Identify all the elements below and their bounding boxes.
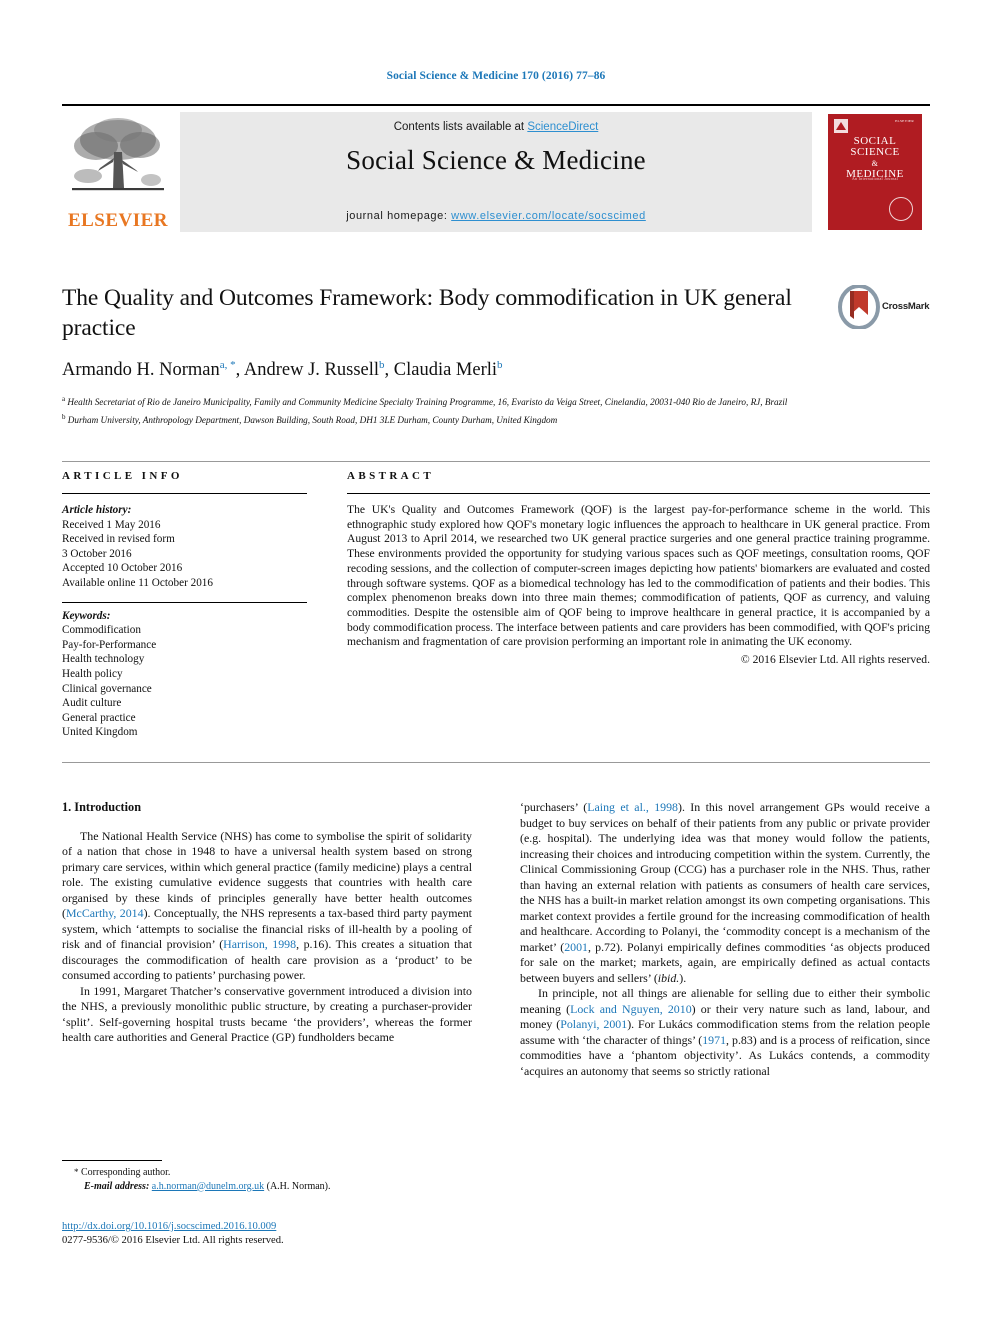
author-marks-1: a, *: [219, 359, 236, 371]
crossmark-icon: [838, 284, 880, 330]
keyword-item: Clinical governance: [62, 682, 152, 695]
article-header: The Quality and Outcomes Framework: Body…: [62, 283, 930, 427]
abstract-rule: [347, 493, 930, 494]
journal-masthead: ELSEVIER Contents lists available at Sci…: [62, 104, 930, 234]
paper-page: Social Science & Medicine 170 (2016) 77–…: [0, 0, 992, 1323]
cover-elsevier-mark: [834, 119, 848, 133]
affiliation-text-1: Health Secretariat of Rio de Janeiro Mun…: [67, 397, 788, 408]
elsevier-logo: ELSEVIER: [62, 112, 174, 232]
article-body: 1. Introduction The National Health Serv…: [62, 800, 930, 1079]
author-name-3: Claudia Merli: [393, 360, 498, 381]
crossmark-badge[interactable]: CrossMark: [838, 284, 930, 333]
doi-block: http://dx.doi.org/10.1016/j.socscimed.20…: [62, 1220, 492, 1248]
email-line: E-mail address: a.h.norman@dunelm.org.uk…: [62, 1180, 472, 1194]
journal-homepage-link[interactable]: www.elsevier.com/locate/socscimed: [451, 210, 646, 222]
issn-copyright-line: 0277-9536/© 2016 Elsevier Ltd. All right…: [62, 1235, 284, 1246]
article-history-item: Available online 11 October 2016: [62, 576, 213, 589]
crossmark-label: CrossMark: [882, 301, 930, 312]
keyword-item: Health policy: [62, 667, 123, 680]
citation-link[interactable]: Polanyi, 2001: [560, 1017, 627, 1031]
article-history-item: Received 1 May 2016: [62, 518, 161, 531]
author-name-1: Armando H. Norman: [62, 360, 220, 381]
elsevier-wordmark: ELSEVIER: [67, 210, 169, 231]
citation-link[interactable]: Lock and Nguyen, 2010: [570, 1002, 692, 1016]
article-history-label: Article history:: [62, 504, 132, 516]
keyword-item: General practice: [62, 711, 136, 724]
author-name-2: Andrew J. Russell: [243, 360, 380, 381]
body-paragraph: In principle, not all things are alienab…: [520, 986, 931, 1078]
citation-link[interactable]: McCarthy, 2014: [66, 906, 144, 920]
keyword-item: Commodification: [62, 624, 141, 637]
email-label: E-mail address:: [84, 1180, 150, 1192]
body-column-right: ‘purchasers’ (Laing et al., 1998). In th…: [520, 800, 930, 1079]
abstract-copyright: © 2016 Elsevier Ltd. All rights reserved…: [740, 653, 930, 667]
author-list: Armando H. Normana, *, Andrew J. Russell…: [62, 359, 503, 381]
article-history-item: Received in revised form: [62, 533, 175, 546]
article-history-item: 3 October 2016: [62, 547, 132, 560]
keywords-label: Keywords:: [62, 609, 111, 622]
email-link[interactable]: a.h.norman@dunelm.org.uk: [152, 1181, 264, 1192]
contents-prefix: Contents lists available at: [393, 121, 528, 133]
citation-link[interactable]: 1971: [702, 1033, 726, 1047]
contents-available-line: Contents lists available at ScienceDirec…: [180, 121, 812, 133]
cover-line-3: &: [871, 159, 879, 168]
keyword-item: Health technology: [62, 653, 145, 666]
citation-link[interactable]: Harrison, 1998: [223, 937, 296, 951]
affiliation-text-2: Durham University, Anthropology Departme…: [67, 415, 558, 426]
cover-seal-icon: [889, 197, 913, 221]
keyword-item: Pay-for-Performance: [62, 638, 157, 651]
sciencedirect-link[interactable]: ScienceDirect: [527, 121, 598, 133]
article-info-heading: ARTICLE INFO: [62, 470, 183, 482]
cover-corner-label: ELSEVIER: [895, 119, 914, 123]
article-info-content: Article history: Received 1 May 2016 Rec…: [62, 503, 307, 740]
asterisk-icon: *: [74, 1167, 79, 1177]
body-section-divider: [62, 762, 930, 763]
author-marks-3: b: [497, 359, 503, 371]
cover-tagline: An International Journal: [851, 176, 899, 181]
homepage-prefix: journal homepage:: [346, 210, 452, 222]
keywords-divider: [62, 601, 307, 603]
masthead-center: Contents lists available at ScienceDirec…: [180, 112, 812, 232]
journal-homepage-line: journal homepage: www.elsevier.com/locat…: [180, 210, 812, 222]
keyword-item: United Kingdom: [62, 726, 138, 739]
affiliation-1: a Health Secretariat of Rio de Janeiro M…: [62, 393, 922, 409]
author-marks-2: b: [379, 359, 385, 371]
affiliation-mark-2: b: [62, 413, 66, 422]
affiliation-2: b Durham University, Anthropology Depart…: [62, 411, 922, 427]
journal-cover-thumbnail: ELSEVIER SOCIAL SCIENCE & MEDICINE An In…: [820, 112, 930, 232]
citation-link[interactable]: Laing et al., 1998: [587, 800, 678, 814]
elsevier-tree-icon: [72, 118, 164, 191]
running-head: Social Science & Medicine 170 (2016) 77–…: [386, 70, 606, 82]
info-abstract-block: ARTICLE INFO ABSTRACT Article history: R…: [62, 470, 930, 740]
page-title: The Quality and Outcomes Framework: Body…: [62, 285, 792, 341]
section-heading-introduction: 1. Introduction: [62, 800, 142, 814]
body-paragraph: In 1991, Margaret Thatcher’s conservativ…: [62, 983, 472, 1045]
affiliation-mark-1: a: [62, 395, 66, 404]
body-paragraph: ‘purchasers’ (Laing et al., 1998). In th…: [520, 800, 930, 985]
body-column-left: 1. Introduction The National Health Serv…: [62, 800, 472, 1079]
keyword-item: Audit culture: [62, 697, 122, 710]
corresponding-author-label: Corresponding author.: [81, 1167, 171, 1178]
abstract-content: The UK's Quality and Outcomes Framework …: [347, 503, 930, 740]
footnote-rule: [62, 1160, 162, 1161]
body-paragraph: The National Health Service (NHS) has co…: [62, 828, 472, 983]
corresponding-author-footnote: * Corresponding author. E-mail address: …: [62, 1160, 472, 1193]
abstract-heading: ABSTRACT: [347, 470, 435, 482]
abstract-text: The UK's Quality and Outcomes Framework …: [347, 503, 930, 649]
info-section-divider: [62, 461, 930, 462]
doi-link[interactable]: http://dx.doi.org/10.1016/j.socscimed.20…: [62, 1221, 276, 1232]
journal-title: Social Science & Medicine: [346, 145, 646, 175]
article-history-item: Accepted 10 October 2016: [62, 562, 183, 575]
email-owner: (A.H. Norman).: [266, 1180, 331, 1192]
citation-link[interactable]: 2001: [564, 940, 588, 954]
corresponding-author-line: * Corresponding author.: [62, 1166, 472, 1180]
cover-title: SOCIAL SCIENCE & MEDICINE: [828, 136, 922, 180]
cover-line-2: SCIENCE: [850, 146, 900, 158]
article-info-rule: [62, 493, 307, 494]
